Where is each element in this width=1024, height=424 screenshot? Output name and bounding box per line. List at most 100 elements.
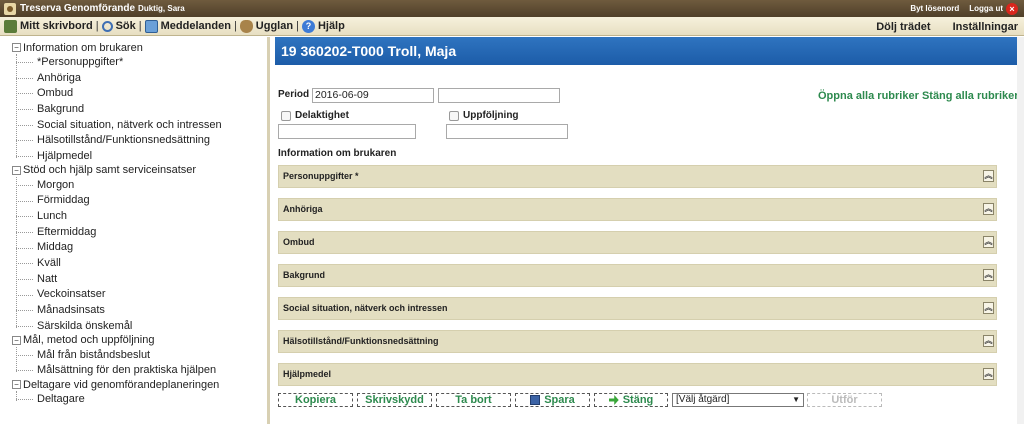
tree-group-header[interactable]: − Stöd och hjälp samt serviceinsatser [0,164,267,177]
period-to-input[interactable] [438,88,560,103]
delete-button[interactable]: Ta bort [436,393,511,407]
mail-icon [144,19,158,33]
section-hjalpmedel[interactable]: Hjälpmedel ︽ [278,363,997,386]
section-personuppgifter[interactable]: Personuppgifter * ︽ [278,165,997,188]
close-all-link[interactable]: Stäng alla rubriker [922,90,1019,102]
write-protect-button[interactable]: Skrivskydd [357,393,432,407]
tree-item[interactable]: Förmiddag [16,193,267,209]
collapse-icon[interactable]: ︽ [983,170,994,182]
section-anhoriga[interactable]: Anhöriga ︽ [278,198,997,221]
open-all-link[interactable]: Öppna alla rubriker [818,90,919,102]
action-select-value: [Välj åtgärd] [676,394,730,405]
collapse-toggle-icon[interactable]: − [12,380,21,390]
tree-item[interactable]: Deltagare [16,391,267,407]
collapse-toggle-icon[interactable]: − [12,335,21,345]
tree-item[interactable]: Månadsinsats [16,302,267,318]
tree-item[interactable]: Social situation, nätverk och intressen [16,117,267,133]
delaktighet-checkbox[interactable] [281,111,291,121]
menu-item-messages[interactable]: Meddelanden [144,19,231,33]
section-label: Personuppgifter * [283,171,359,181]
navigation-tree: − Information om brukaren *Personuppgift… [0,37,270,424]
uppfoljning-label: Uppföljning [463,110,519,121]
user-name: Duktig, Sara [138,4,185,13]
tree-item[interactable]: *Personuppgifter* [16,54,267,70]
tree-item[interactable]: Kväll [16,255,267,271]
tree-group-header[interactable]: − Information om brukaren [0,41,267,54]
tree-item[interactable]: Särskilda önskemål [16,318,267,334]
collapse-icon[interactable]: ︽ [983,368,994,380]
logout-link[interactable]: Logga ut [969,4,1003,13]
save-icon [530,395,541,405]
section-heading: Information om brukaren [278,148,397,159]
arrow-right-icon [608,395,619,405]
uppfoljning-input[interactable] [446,124,568,139]
tree-item[interactable]: Hälsotillstånd/Funktionsnedsättning [16,132,267,148]
collapse-icon[interactable]: ︽ [983,335,994,347]
menu-item-label: Hjälp [317,20,345,32]
tree-item[interactable]: Målsättning för den praktiska hjälpen [16,362,267,378]
close-button[interactable]: Stäng [594,393,668,407]
section-label: Hjälpmedel [283,369,332,379]
menu-separator: | [138,20,142,32]
menu-bar-right: Dölj trädet Inställningar [854,17,1018,36]
app-logo-icon [4,2,16,15]
tree-group-header[interactable]: − Deltagare vid genomförandeplaneringen [0,378,267,391]
scrollbar[interactable] [1017,37,1024,424]
menu-item-label: Sök [115,20,136,32]
tree-item[interactable]: Morgon [16,177,267,193]
change-password-link[interactable]: Byt lösenord [910,4,959,13]
tree-item[interactable]: Veckoinsatser [16,287,267,303]
tree-item[interactable]: Lunch [16,208,267,224]
tree-item[interactable]: Hjälpmedel [16,148,267,164]
settings-link[interactable]: Inställningar [953,21,1018,33]
main-panel: 19 360202-T000 Troll, Maja Period 2016-0… [273,37,1024,424]
tree-item[interactable]: Anhöriga [16,70,267,86]
tree-group-header[interactable]: − Mål, metod och uppföljning [0,334,267,347]
section-bakgrund[interactable]: Bakgrund ︽ [278,264,997,287]
tree-item[interactable]: Eftermiddag [16,224,267,240]
app-name: Treserva Genomförande [20,3,136,14]
section-ombud[interactable]: Ombud ︽ [278,231,997,254]
tree-group-label: Stöd och hjälp samt serviceinsatser [23,164,197,177]
menu-item-search[interactable]: Sök [101,20,136,32]
tree-item[interactable]: Mål från biståndsbeslut [16,347,267,363]
period-from-input[interactable]: 2016-06-09 [312,88,434,103]
title-bar-actions: Byt lösenord Logga ut × [900,0,1018,17]
menu-item-desktop[interactable]: Mitt skrivbord [4,19,93,33]
tree-item[interactable]: Natt [16,271,267,287]
tree-item[interactable]: Bakgrund [16,101,267,117]
collapse-icon[interactable]: ︽ [983,302,994,314]
desk-icon [4,19,17,33]
section-social-situation[interactable]: Social situation, nätverk och intressen … [278,297,997,320]
collapse-toggle-icon[interactable]: − [12,165,21,175]
menu-bar: Mitt skrivbord | Sök | Meddelanden | Ugg… [0,17,1024,36]
tree-group-label: Deltagare vid genomförandeplaneringen [23,378,220,391]
chevron-down-icon: ▼ [792,395,800,404]
collapse-icon[interactable]: ︽ [983,203,994,215]
save-button[interactable]: Spara [515,393,590,407]
collapse-toggle-icon[interactable]: − [12,43,21,52]
period-label: Period [278,89,310,100]
action-select[interactable]: [Välj åtgärd] ▼ [672,393,804,407]
collapse-icon[interactable]: ︽ [983,236,994,248]
section-label: Hälsotillstånd/Funktionsnedsättning [283,336,439,346]
owl-icon [239,19,253,33]
collapse-icon[interactable]: ︽ [983,269,994,281]
copy-button[interactable]: Kopiera [278,393,353,407]
section-halsotillstand[interactable]: Hälsotillstånd/Funktionsnedsättning ︽ [278,330,997,353]
menu-item-help[interactable]: ? Hjälp [301,19,345,33]
section-label: Anhöriga [283,204,323,214]
hide-tree-link[interactable]: Dölj trädet [876,21,930,33]
tree-item[interactable]: Ombud [16,85,267,101]
close-icon[interactable]: × [1006,2,1018,15]
delaktighet-input[interactable] [278,124,416,139]
delaktighet-label: Delaktighet [295,110,349,121]
section-toggle-links: Öppna alla rubriker Stäng alla rubriker [818,90,1019,102]
tree-item[interactable]: Middag [16,240,267,256]
uppfoljning-checkbox[interactable] [449,111,459,121]
menu-item-ugglan[interactable]: Ugglan [239,19,293,33]
title-bar: Treserva Genomförande Duktig, Sara Byt l… [0,0,1024,17]
save-label: Spara [544,394,575,406]
tree-group-label: Information om brukaren [23,41,143,54]
menu-item-label: Mitt skrivbord [20,20,93,32]
